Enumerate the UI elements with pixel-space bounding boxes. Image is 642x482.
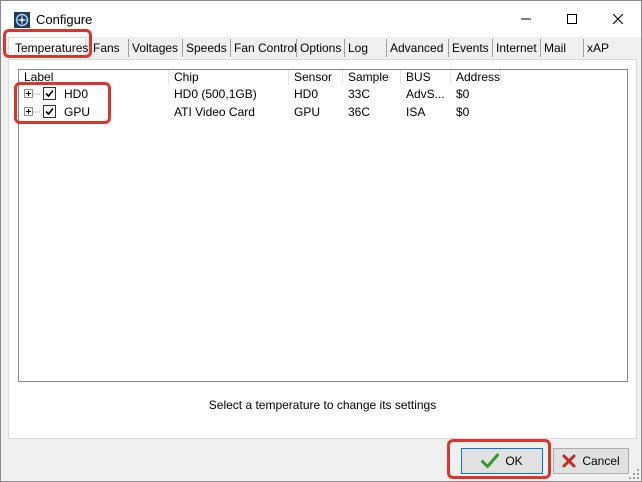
minimize-button[interactable] xyxy=(503,1,549,37)
tab-voltages[interactable]: Voltages xyxy=(128,39,178,57)
window-title: Configure xyxy=(36,12,93,27)
row-bus: AdvS... xyxy=(406,87,445,101)
tree-line-icon xyxy=(33,93,41,95)
checkmark-icon xyxy=(45,89,54,98)
close-icon xyxy=(613,14,623,24)
tab-speeds[interactable]: Speeds xyxy=(182,39,227,57)
maximize-button[interactable] xyxy=(549,1,595,37)
tab-advanced[interactable]: Advanced xyxy=(386,39,443,57)
tab-internet[interactable]: Internet xyxy=(492,39,537,57)
checkmark-icon xyxy=(481,453,500,468)
row-chip: HD0 (500,1GB) xyxy=(174,87,257,101)
tab-xap[interactable]: xAP xyxy=(583,39,609,57)
row-sample: 33C xyxy=(348,87,371,101)
maximize-icon xyxy=(567,14,577,24)
column-sensor[interactable]: Sensor xyxy=(289,70,343,85)
row-sample: 36C xyxy=(348,105,371,119)
list-header: Label Chip Sensor Sample BUS Address xyxy=(19,70,627,85)
column-address[interactable]: Address xyxy=(451,70,501,85)
configure-window: Configure Temperatures Fans Voltages Spe… xyxy=(0,0,642,482)
resize-grip-icon[interactable] xyxy=(628,468,640,480)
tab-strip: Temperatures Fans Voltages Speeds Fan Co… xyxy=(1,37,641,59)
cancel-label: Cancel xyxy=(582,454,620,468)
tab-options[interactable]: Options xyxy=(296,39,341,57)
minimize-icon xyxy=(521,18,531,20)
app-icon xyxy=(14,12,30,28)
tab-log[interactable]: Log xyxy=(344,39,368,57)
table-row[interactable]: GPU ATI Video Card GPU 36C ISA $0 xyxy=(19,103,627,121)
tab-temperatures[interactable]: Temperatures xyxy=(8,37,88,59)
column-sample[interactable]: Sample xyxy=(343,70,401,85)
status-text: Select a temperature to change its setti… xyxy=(208,398,437,412)
row-sensor: GPU xyxy=(294,105,321,119)
row-label: HD0 xyxy=(64,87,89,101)
ok-button[interactable]: OK xyxy=(461,448,543,474)
tab-fan-control[interactable]: Fan Control xyxy=(230,39,297,57)
close-button[interactable] xyxy=(595,1,641,37)
row-checkbox[interactable] xyxy=(43,87,56,100)
row-address: $0 xyxy=(456,105,470,119)
temperature-list[interactable]: Label Chip Sensor Sample BUS Address HD0… xyxy=(18,69,628,382)
row-label: GPU xyxy=(64,105,91,119)
expand-icon[interactable] xyxy=(24,107,33,116)
column-bus[interactable]: BUS xyxy=(401,70,451,85)
checkmark-icon xyxy=(45,107,54,116)
ok-label: OK xyxy=(505,454,523,468)
column-label[interactable]: Label xyxy=(19,70,169,85)
tree-line-icon xyxy=(33,111,41,113)
row-address: $0 xyxy=(456,87,470,101)
column-chip[interactable]: Chip xyxy=(169,70,289,85)
row-checkbox[interactable] xyxy=(43,105,56,118)
cancel-button[interactable]: Cancel xyxy=(553,448,629,474)
tab-mail[interactable]: Mail xyxy=(540,39,566,57)
tab-fans[interactable]: Fans xyxy=(90,39,120,57)
button-bar: OK Cancel xyxy=(1,437,641,481)
temperatures-panel: Label Chip Sensor Sample BUS Address HD0… xyxy=(8,59,637,439)
row-bus: ISA xyxy=(406,105,426,119)
table-row[interactable]: HD0 HD0 (500,1GB) HD0 33C AdvS... $0 xyxy=(19,85,627,103)
expand-icon[interactable] xyxy=(24,89,33,98)
x-icon xyxy=(562,454,576,468)
tab-events[interactable]: Events xyxy=(448,39,489,57)
title-bar: Configure xyxy=(1,1,641,37)
row-sensor: HD0 xyxy=(294,87,319,101)
row-chip: ATI Video Card xyxy=(174,105,255,119)
